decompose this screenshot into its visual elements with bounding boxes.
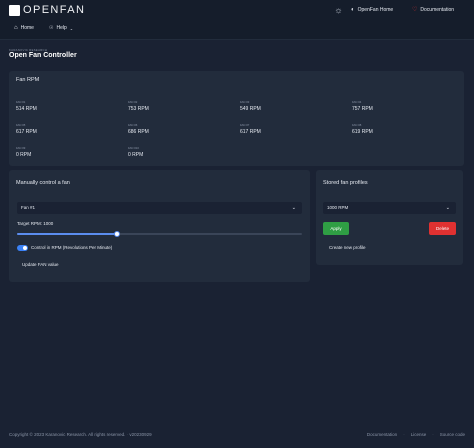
toggle-knob [23,246,27,250]
openfan-home-label: OpenFan Home [357,7,394,13]
fan-value: 617 RPM [240,129,261,135]
fan-value: 619 RPM [352,129,373,135]
chevron-down-icon: ⌄ [445,205,450,211]
fan-value: 549 RPM [240,106,261,112]
fan-value: 757 RPM [352,106,373,112]
footer-separator: · [432,432,434,437]
fan-label: FAN #4 [352,100,362,104]
footer-link-source[interactable]: Source code [440,432,465,437]
rpm-slider-fill [17,233,117,235]
fan-label: FAN #2 [128,100,138,104]
help-icon: ☉ [49,25,54,31]
fan-label: FAN #1 [16,100,26,104]
logo-icon[interactable] [9,5,20,16]
fan-label: FAN #6 [128,123,138,127]
github-icon: ◐ [351,7,355,13]
profiles-title: Stored fan profiles [323,180,368,186]
nav-home-label: Home [20,25,34,31]
fan-value: 617 RPM [16,129,37,135]
fan-label: FAN #5 [16,123,26,127]
rpm-mode-toggle[interactable] [17,245,28,251]
documentation-label: Documentation [420,7,455,13]
footer-separator: · [403,432,405,437]
fan-select-value: Fan #1 [21,205,36,210]
footer-separator: · [126,432,129,437]
fan-value: 753 RPM [128,106,149,112]
fan-rpm-card: Fan RPM FAN #1 514 RPM FAN #2 753 RPM FA… [9,71,464,166]
fan-label: FAN #7 [240,123,250,127]
fan-value: 686 RPM [128,129,149,135]
footer-link-license[interactable]: License [411,432,427,437]
logo-text[interactable]: OPENFAN [23,4,85,16]
rpm-slider-thumb[interactable] [113,231,120,237]
documentation-link[interactable]: ♡ Documentation [412,5,454,16]
target-rpm-label: Target RPM: 1000 [17,221,54,226]
fan-value: 0 RPM [128,152,144,158]
fan-label: FAN #3 [240,100,250,104]
copyright-text: Copyright © 2023 Karanovic Research. All… [9,432,126,437]
openfan-home-link[interactable]: ◐ OpenFan Home [351,5,393,16]
footer-left: Copyright © 2023 Karanovic Research. All… [9,432,152,437]
fan-label: FAN #9 [16,146,26,150]
page-title: Open Fan Controller [9,52,77,59]
create-profile-button[interactable]: Create new profile [323,242,372,253]
profile-select-value: 1000 RPM [327,205,349,210]
nav-help[interactable]: ☉ Help ⌄ [49,25,73,31]
footer-links: Documentation · License · Source code [367,432,465,437]
nav-help-label: Help [56,25,67,31]
chevron-down-icon: ⌄ [291,205,296,211]
fan-select[interactable]: Fan #1 ⌄ [17,202,302,214]
fan-label: FAN #8 [352,123,362,127]
sun-icon[interactable]: ☼ [332,4,345,17]
rpm-slider[interactable] [17,233,302,235]
apply-button[interactable]: Apply [323,222,349,235]
chevron-down-icon: ⌄ [69,25,74,31]
fan-value: 0 RPM [16,152,32,158]
rpm-mode-label: Control in RPM (Revolutions Per Minute) [31,245,113,250]
fan-value: 514 RPM [16,106,37,112]
footer: Copyright © 2023 Karanovic Research. All… [0,430,474,442]
heart-icon: ♡ [412,7,418,13]
footer-link-documentation[interactable]: Documentation [367,432,397,437]
delete-button[interactable]: Delete [429,222,456,235]
update-fan-button[interactable]: Update FAN value [17,260,64,270]
version-text: v20230929 [129,432,152,437]
home-icon: ⌂ [14,25,18,31]
nav-home[interactable]: ⌂ Home [14,25,34,31]
manual-control-title: Manually control a fan [16,180,70,186]
top-bar: OPENFAN ☼ ◐ OpenFan Home ♡ Documentation… [0,0,474,40]
fan-label: FAN #10 [128,146,139,150]
fan-rpm-title: Fan RPM [16,77,40,83]
profile-select[interactable]: 1000 RPM ⌄ [323,202,456,214]
